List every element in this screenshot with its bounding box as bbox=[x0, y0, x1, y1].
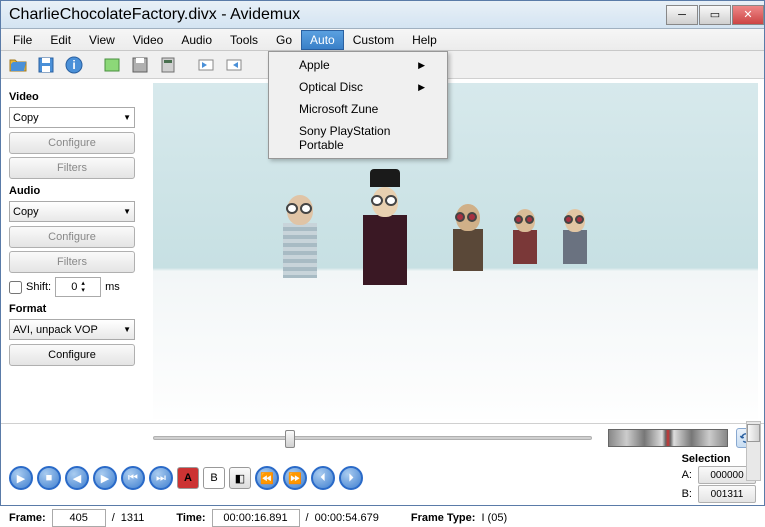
menu-tools[interactable]: Tools bbox=[221, 30, 267, 50]
window-controls: ─ ▭ ✕ bbox=[665, 5, 764, 25]
jog-wheel[interactable] bbox=[608, 429, 728, 447]
time-current-input[interactable]: 00:00:16.891 bbox=[212, 509, 300, 527]
selection-panel: Selection A:000000 B:001311 bbox=[682, 453, 756, 503]
shift-label: Shift: bbox=[26, 281, 51, 293]
dropdown-item-sony-psp[interactable]: Sony PlayStation Portable bbox=[271, 120, 445, 156]
set-mark-a-button[interactable]: A bbox=[177, 467, 199, 489]
prev-black-frame-button[interactable]: ◧ bbox=[229, 467, 251, 489]
chevron-right-icon: ▶ bbox=[418, 82, 425, 93]
menu-go[interactable]: Go bbox=[267, 30, 301, 50]
shift-unit: ms bbox=[105, 281, 120, 293]
audio-codec-select[interactable]: Copy▼ bbox=[9, 201, 135, 222]
dropdown-item-microsoft-zune[interactable]: Microsoft Zune bbox=[271, 98, 445, 120]
first-frame-button[interactable]: ⏪ bbox=[255, 466, 279, 490]
set-mark-b-button[interactable]: B bbox=[203, 467, 225, 489]
info-icon[interactable]: i bbox=[61, 53, 87, 77]
last-frame-button[interactable]: ⏩ bbox=[283, 466, 307, 490]
save-icon[interactable] bbox=[33, 53, 59, 77]
selection-title: Selection bbox=[682, 453, 756, 465]
menu-video[interactable]: Video bbox=[124, 30, 172, 50]
menu-help[interactable]: Help bbox=[403, 30, 446, 50]
video-section-label: Video bbox=[9, 91, 145, 103]
next-frame-button[interactable]: ▶ bbox=[93, 466, 117, 490]
chevron-down-icon: ▼ bbox=[123, 207, 131, 216]
bottom-panel: ▶ ■ ◀ ▶ ⏮ ⏭ A B ◧ ⏪ ⏩ ⏴ ⏵ Selection A: 00… bbox=[1, 423, 764, 505]
load-script-icon[interactable] bbox=[99, 53, 125, 77]
time-sep: / bbox=[306, 512, 309, 524]
prev-frame-button[interactable]: ◀ bbox=[65, 466, 89, 490]
menu-view[interactable]: View bbox=[80, 30, 124, 50]
save-script-icon[interactable] bbox=[127, 53, 153, 77]
window-titlebar: CharlieChocolateFactory.divx - Avidemux … bbox=[1, 1, 764, 29]
goto-mark-b-button[interactable]: ⏵ bbox=[339, 466, 363, 490]
chevron-down-icon: ▼ bbox=[123, 113, 131, 122]
svg-text:i: i bbox=[72, 58, 75, 72]
status-bar: Frame: 405 / 1311 Time: 00:00:16.891 / 0… bbox=[9, 509, 756, 527]
video-preview bbox=[153, 83, 758, 419]
slider-thumb[interactable] bbox=[285, 430, 295, 448]
frame-total: 1311 bbox=[121, 512, 145, 524]
timeline-slider[interactable] bbox=[153, 436, 592, 440]
frame-sep: / bbox=[112, 512, 115, 524]
open-icon[interactable] bbox=[5, 53, 31, 77]
video-codec-select[interactable]: Copy▼ bbox=[9, 107, 135, 128]
dropdown-item-optical-disc[interactable]: Optical Disc▶ bbox=[271, 76, 445, 98]
frame-current-input[interactable]: 405 bbox=[52, 509, 106, 527]
cut-left-icon[interactable] bbox=[193, 53, 219, 77]
play-button[interactable]: ▶ bbox=[9, 466, 33, 490]
auto-dropdown-menu: Apple▶ Optical Disc▶ Microsoft Zune Sony… bbox=[268, 51, 448, 159]
audio-filters-button[interactable]: Filters bbox=[9, 251, 135, 273]
close-button[interactable]: ✕ bbox=[732, 5, 764, 25]
shift-value-input[interactable]: 0▴▾ bbox=[55, 277, 101, 297]
audio-section-label: Audio bbox=[9, 185, 145, 197]
menu-audio[interactable]: Audio bbox=[172, 30, 221, 50]
frametype-value: I (05) bbox=[481, 512, 507, 524]
frame-label: Frame: bbox=[9, 512, 46, 524]
menubar: File Edit View Video Audio Tools Go Auto… bbox=[1, 29, 764, 51]
video-filters-button[interactable]: Filters bbox=[9, 157, 135, 179]
menu-edit[interactable]: Edit bbox=[41, 30, 80, 50]
stop-button[interactable]: ■ bbox=[37, 466, 61, 490]
sidebar: Video Copy▼ Configure Filters Audio Copy… bbox=[1, 79, 153, 423]
time-total: 00:00:54.679 bbox=[315, 512, 379, 524]
audio-configure-button[interactable]: Configure bbox=[9, 226, 135, 248]
vertical-scrollbar[interactable] bbox=[746, 421, 761, 481]
format-configure-button[interactable]: Configure bbox=[9, 344, 135, 366]
prev-keyframe-button[interactable]: ⏮ bbox=[121, 466, 145, 490]
chevron-down-icon: ▼ bbox=[123, 325, 131, 334]
menu-custom[interactable]: Custom bbox=[344, 30, 403, 50]
shift-checkbox[interactable] bbox=[9, 281, 22, 294]
menu-auto[interactable]: Auto bbox=[301, 30, 344, 50]
selection-a-label: A: bbox=[682, 469, 692, 481]
scrollbar-thumb[interactable] bbox=[747, 424, 760, 442]
format-section-label: Format bbox=[9, 303, 145, 315]
goto-mark-a-button[interactable]: ⏴ bbox=[311, 466, 335, 490]
minimize-button[interactable]: ─ bbox=[666, 5, 698, 25]
chevron-right-icon: ▶ bbox=[418, 60, 425, 71]
frametype-label: Frame Type: bbox=[411, 512, 476, 524]
next-keyframe-button[interactable]: ⏭ bbox=[149, 466, 173, 490]
calculator-icon[interactable] bbox=[155, 53, 181, 77]
format-container-select[interactable]: AVI, unpack VOP▼ bbox=[9, 319, 135, 340]
maximize-button[interactable]: ▭ bbox=[699, 5, 731, 25]
menu-file[interactable]: File bbox=[4, 30, 41, 50]
time-label: Time: bbox=[176, 512, 205, 524]
video-configure-button[interactable]: Configure bbox=[9, 132, 135, 154]
cut-right-icon[interactable] bbox=[221, 53, 247, 77]
window-title: CharlieChocolateFactory.divx - Avidemux bbox=[9, 6, 300, 24]
selection-b-value[interactable]: 001311 bbox=[698, 485, 756, 503]
dropdown-item-apple[interactable]: Apple▶ bbox=[271, 54, 445, 76]
selection-b-label: B: bbox=[682, 488, 692, 500]
